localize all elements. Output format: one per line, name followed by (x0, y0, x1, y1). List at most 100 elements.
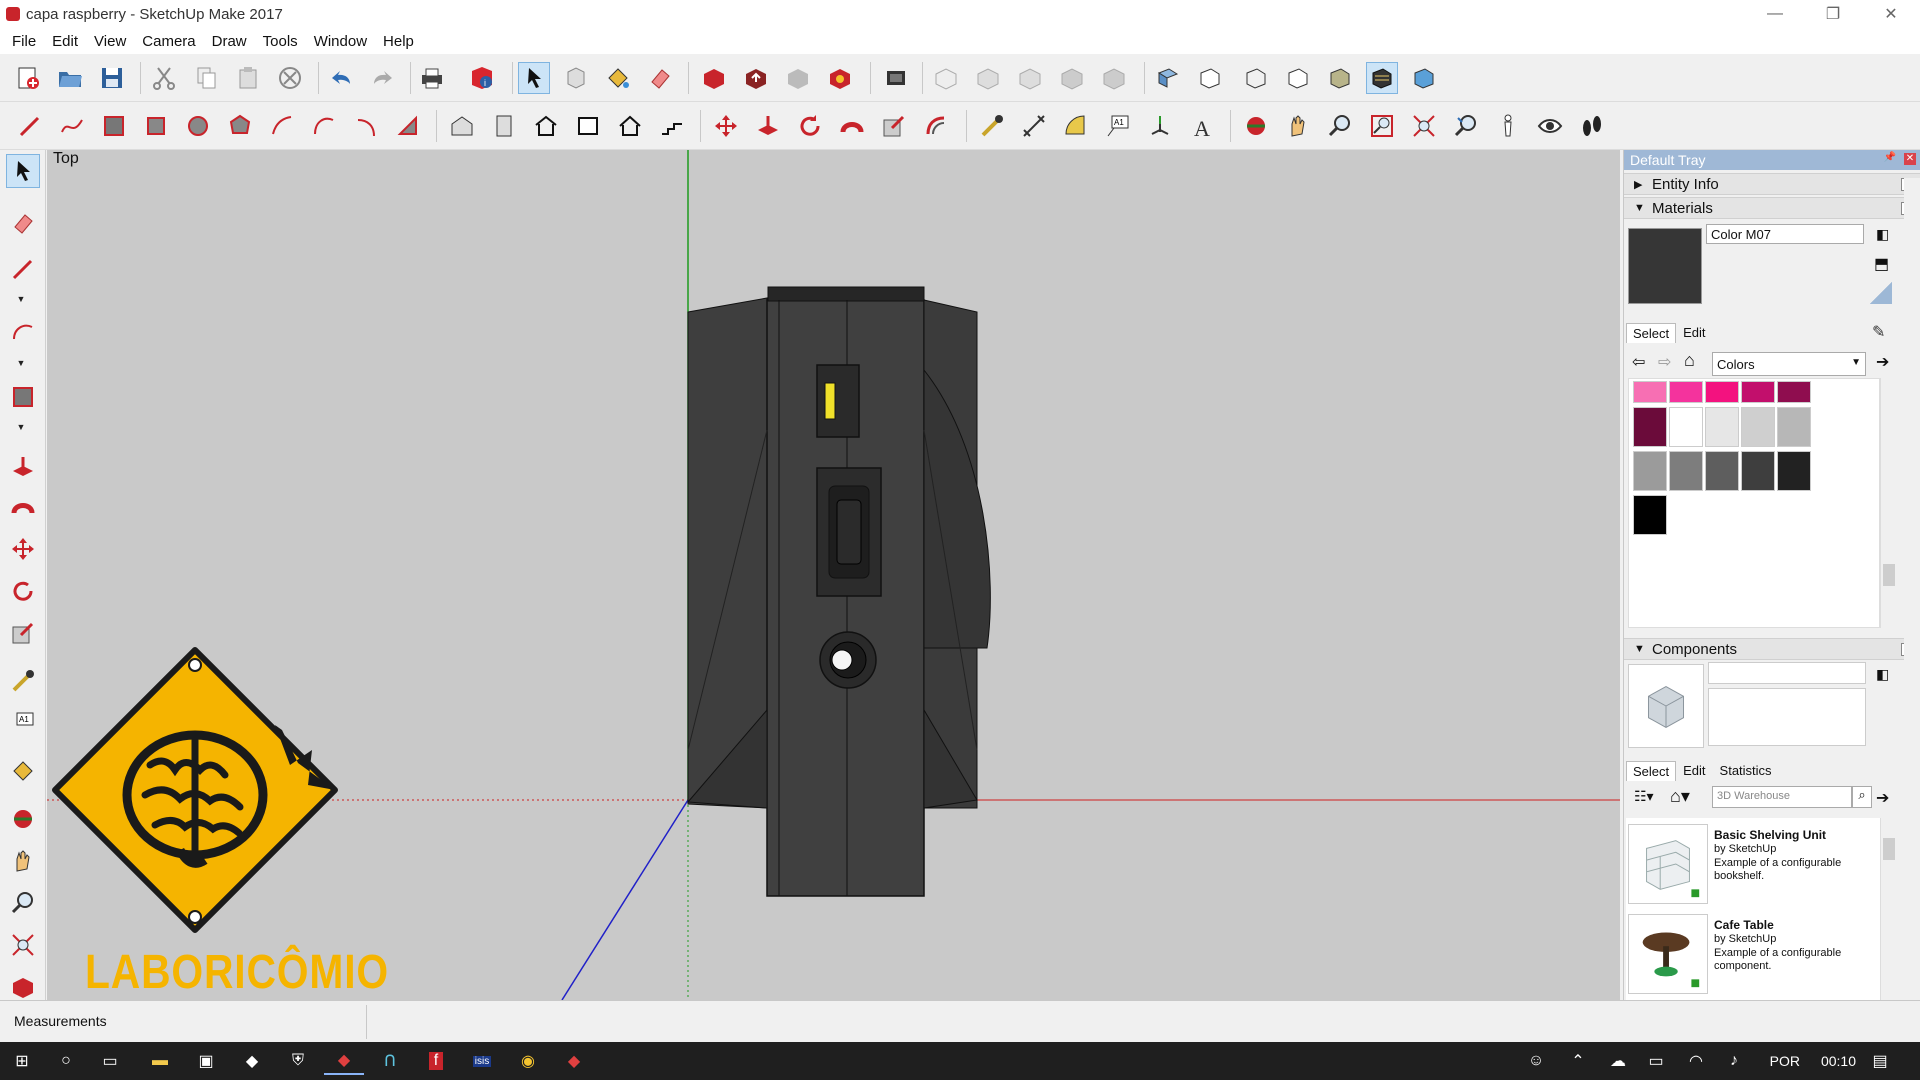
move-icon[interactable] (710, 110, 742, 142)
home-icon[interactable]: ⌂ (1684, 350, 1695, 371)
position-camera-icon[interactable] (1492, 110, 1524, 142)
iso-view-icon[interactable] (930, 62, 962, 94)
line-tools-expand-icon[interactable]: ▼ (14, 294, 28, 304)
material-swatch[interactable] (1633, 495, 1667, 535)
zoom-extents-tool-icon[interactable] (6, 928, 40, 962)
cut-icon[interactable] (148, 62, 180, 94)
make-component-icon[interactable] (560, 62, 592, 94)
polygon-icon[interactable] (224, 110, 256, 142)
materials-tab-select[interactable]: Select (1626, 323, 1677, 343)
entity-info-panel-header[interactable]: ▶ Entity Info ✕ (1624, 173, 1920, 195)
wireframe-icon[interactable] (1240, 62, 1272, 94)
paint-by-sample-icon[interactable]: ⬒ (1874, 254, 1889, 274)
move-tool-icon[interactable] (6, 532, 40, 566)
menu-file[interactable]: File (4, 33, 44, 50)
redo-icon[interactable] (366, 62, 398, 94)
select-tool-icon[interactable] (6, 154, 40, 188)
paste-icon[interactable] (232, 62, 264, 94)
new-file-icon[interactable] (12, 62, 44, 94)
fritzing-taskbar-icon[interactable]: f (416, 1047, 456, 1075)
input-language[interactable]: POR (1770, 1053, 1800, 1069)
components-panel-header[interactable]: ▼ Components ✕ (1624, 638, 1920, 660)
arc-icon[interactable] (266, 110, 298, 142)
zoom-window-icon[interactable] (1366, 110, 1398, 142)
sketchup-layout-taskbar-icon[interactable]: ◆ (554, 1047, 594, 1075)
materials-tab-edit[interactable]: Edit (1676, 322, 1712, 343)
share-component-icon[interactable] (782, 62, 814, 94)
menu-window[interactable]: Window (306, 33, 375, 50)
warehouse-search-input[interactable]: 3D Warehouse (1712, 786, 1852, 808)
material-name-field[interactable]: Color M07 (1706, 224, 1864, 244)
paint-bucket-icon[interactable] (602, 62, 634, 94)
battery-icon[interactable]: ▭ (1636, 1047, 1676, 1075)
look-around-icon[interactable] (1534, 110, 1566, 142)
rotate-tool-icon[interactable] (6, 574, 40, 608)
components-home-icon[interactable]: ⌂▾ (1670, 786, 1690, 807)
monochrome-icon[interactable] (1408, 62, 1440, 94)
orbit-tool-icon[interactable] (6, 802, 40, 836)
offset-icon[interactable] (920, 110, 952, 142)
components-tab-edit[interactable]: Edit (1676, 760, 1712, 781)
paint-bucket-tool-icon[interactable] (6, 754, 40, 788)
menu-draw[interactable]: Draw (204, 33, 255, 50)
print-icon[interactable] (416, 62, 448, 94)
eraser-tool-icon[interactable] (6, 206, 40, 240)
swatches-scrollbar[interactable] (1880, 378, 1896, 628)
back-view-icon[interactable] (1098, 62, 1130, 94)
material-swatch[interactable] (1669, 451, 1703, 491)
save-icon[interactable] (96, 62, 128, 94)
material-swatch[interactable] (1705, 451, 1739, 491)
zoom-extents-icon[interactable] (1408, 110, 1440, 142)
material-swatch[interactable] (1705, 381, 1739, 403)
layout-icon[interactable] (880, 62, 912, 94)
follow-me-tool-icon[interactable] (6, 490, 40, 524)
protractor-icon[interactable] (1060, 110, 1092, 142)
tape-measure-icon[interactable] (976, 110, 1008, 142)
details-arrow-icon[interactable]: ➔ (1876, 352, 1889, 372)
material-swatch[interactable] (1741, 381, 1775, 403)
notifications-icon[interactable]: ▤ (1860, 1047, 1900, 1075)
rectangle-tool-icon[interactable] (6, 380, 40, 414)
windows-start-icon[interactable]: ⊞ (2, 1047, 42, 1075)
components-tab-statistics[interactable]: Statistics (1713, 760, 1779, 781)
line-tool-icon[interactable] (6, 252, 40, 286)
tape-measure-tool-icon[interactable] (6, 664, 40, 698)
wifi-icon[interactable]: ◠ (1676, 1047, 1716, 1075)
maximize-button[interactable]: ❐ (1804, 0, 1862, 28)
menu-tools[interactable]: Tools (255, 33, 306, 50)
orbit-icon[interactable] (1240, 110, 1272, 142)
materials-panel-header[interactable]: ▼ Materials ✕ (1624, 197, 1920, 219)
volume-icon[interactable]: ♪ (1714, 1047, 1754, 1075)
component-description-field[interactable] (1708, 688, 1866, 746)
material-swatch[interactable] (1633, 407, 1667, 447)
back-edges-icon[interactable] (1194, 62, 1226, 94)
rotated-rectangle-icon[interactable] (140, 110, 172, 142)
material-swatch[interactable] (1669, 381, 1703, 403)
top-view-icon[interactable] (972, 62, 1004, 94)
rectangle-icon[interactable] (98, 110, 130, 142)
pin-icon[interactable]: 📌 (1884, 152, 1896, 163)
app-cube-icon[interactable]: ◆ (232, 1047, 272, 1075)
warehouse-tool-icon[interactable] (6, 970, 40, 1004)
clock[interactable]: 00:10 (1821, 1053, 1856, 1069)
share-model-icon[interactable] (740, 62, 772, 94)
circle-icon[interactable] (182, 110, 214, 142)
people-icon[interactable]: ☺ (1516, 1047, 1556, 1075)
default-material-icon[interactable] (1870, 282, 1892, 304)
list-item[interactable]: Cafe Table by SketchUp Example of a conf… (1628, 914, 1878, 998)
component-list-scroll-thumb[interactable] (1883, 838, 1895, 860)
list-item[interactable]: Basic Shelving Unit by SketchUp Example … (1628, 824, 1878, 908)
arduino-taskbar-icon[interactable]: ᑎ (370, 1047, 410, 1075)
xray-icon[interactable] (1152, 62, 1184, 94)
material-swatch[interactable] (1777, 407, 1811, 447)
material-swatch[interactable] (1777, 381, 1811, 403)
menu-view[interactable]: View (86, 33, 134, 50)
eyedropper-icon[interactable]: ✎ (1872, 322, 1885, 342)
freehand-icon[interactable] (56, 110, 88, 142)
copy-icon[interactable] (190, 62, 222, 94)
components-tab-select[interactable]: Select (1626, 761, 1677, 781)
scale-tool-icon[interactable] (6, 616, 40, 650)
door-icon[interactable] (488, 110, 520, 142)
hidden-line-icon[interactable] (1282, 62, 1314, 94)
house-icon[interactable] (530, 110, 562, 142)
